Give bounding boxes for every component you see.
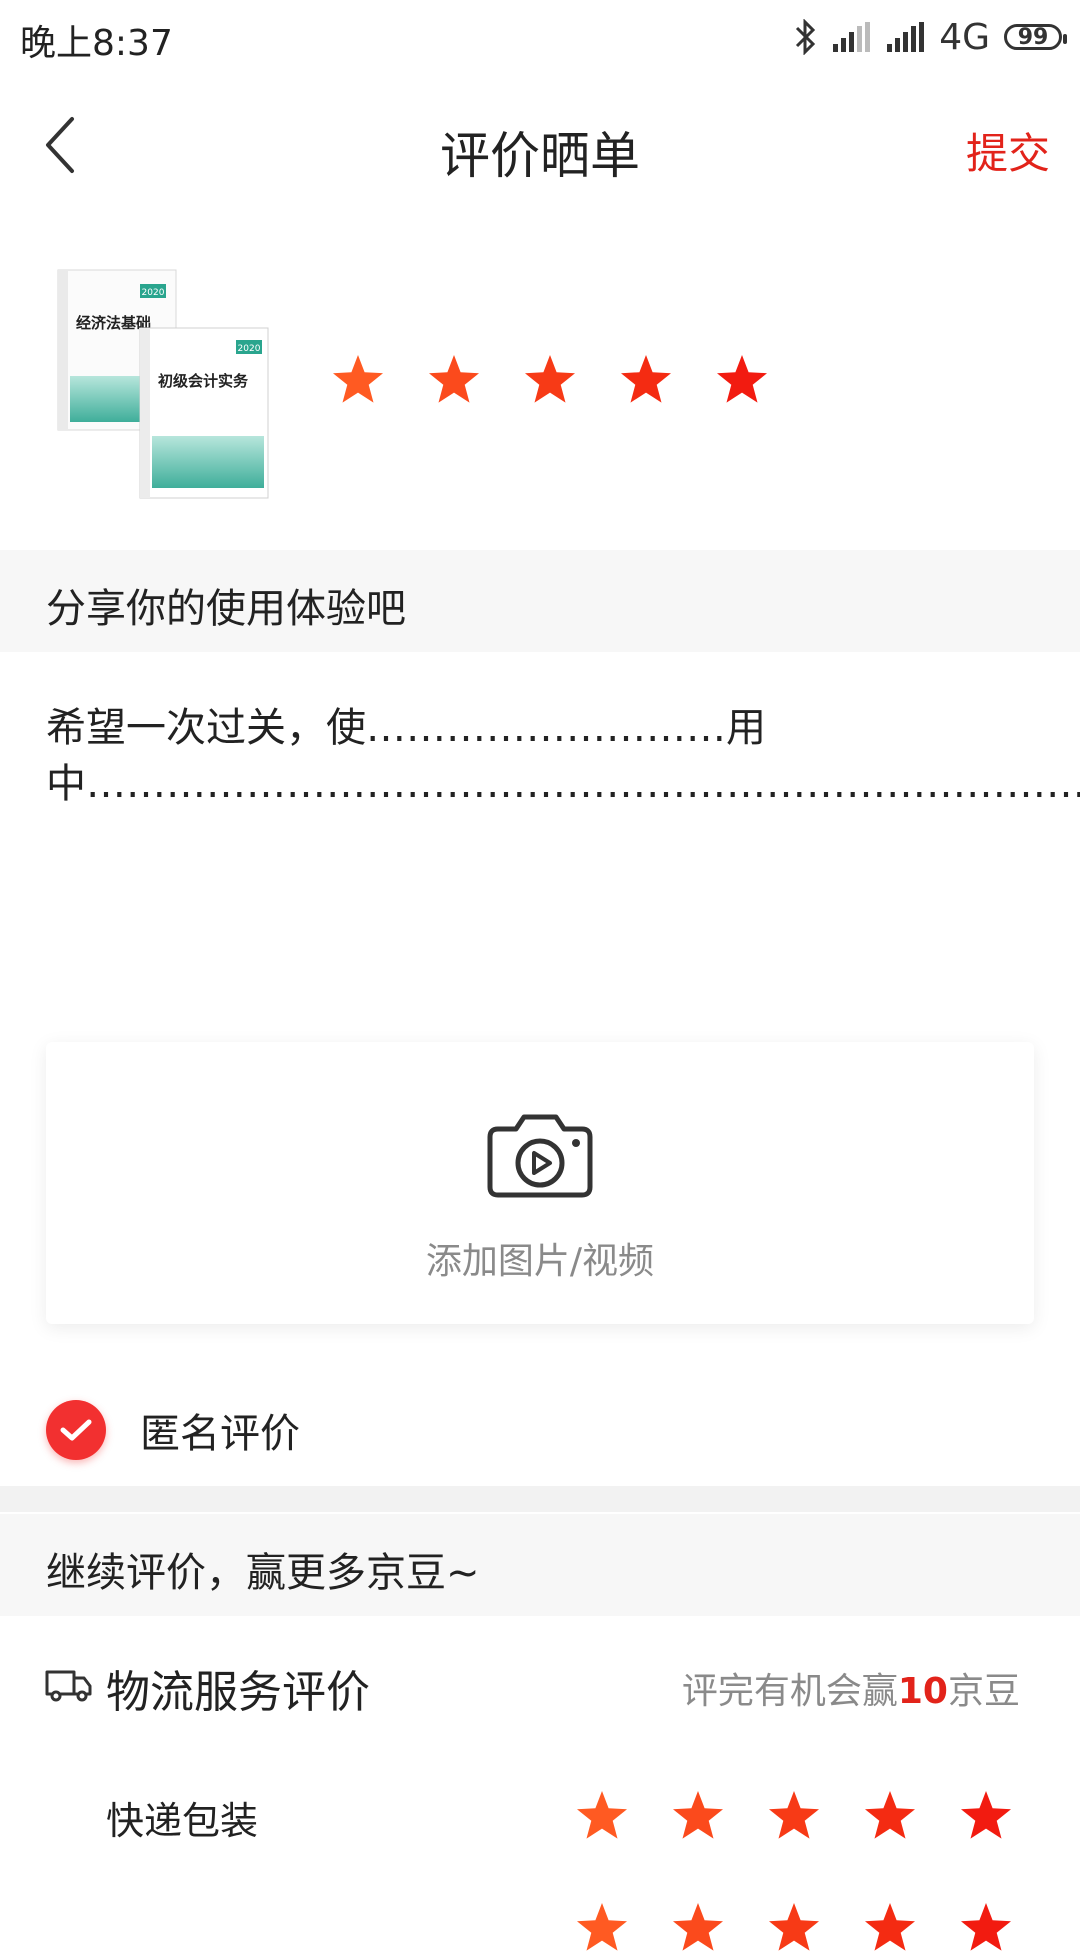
share-section-header: 分享你的使用体验吧	[0, 550, 1080, 652]
share-section-title: 分享你的使用体验吧	[46, 586, 406, 632]
product-image: 2020 经济法基础 2020 初级会计实务	[56, 266, 270, 500]
chevron-left-icon	[46, 117, 74, 173]
rating-star-icon[interactable]	[522, 352, 578, 408]
status-bar: 晚上8:37 4G 99	[0, 0, 1080, 72]
svg-text:2020: 2020	[238, 344, 261, 354]
hint-number: 10	[897, 1671, 948, 1712]
status-time: 晚上8:37	[20, 23, 173, 64]
camera-icon	[487, 1114, 593, 1198]
svg-text:2020: 2020	[142, 288, 165, 298]
battery-icon: 99	[1004, 24, 1067, 50]
bluetooth-icon	[796, 19, 816, 55]
rating-star-icon[interactable]	[574, 1788, 630, 1844]
section-divider	[0, 1486, 1080, 1512]
anonymous-label: 匿名评价	[140, 1411, 300, 1457]
rating-star-icon[interactable]	[714, 352, 770, 408]
signal-icon	[833, 22, 871, 52]
hint-suffix: 京豆	[947, 1671, 1020, 1712]
page-title: 评价晒单	[440, 127, 640, 185]
truck-icon	[45, 1670, 92, 1702]
logistics-header: 物流服务评价 评完有机会赢10京豆	[44, 1650, 1044, 1720]
rating-star-icon[interactable]	[670, 1788, 726, 1844]
rating-star-icon[interactable]	[958, 1900, 1014, 1956]
add-media-button[interactable]: 添加图片/视频	[46, 1042, 1034, 1324]
logistics-item: 快递包装	[0, 1780, 1080, 1850]
rating-star-icon[interactable]	[958, 1788, 1014, 1844]
add-media-label: 添加图片/视频	[425, 1241, 655, 1282]
continue-section-title: 继续评价，赢更多京豆~	[46, 1550, 480, 1596]
rating-star-icon[interactable]	[330, 352, 386, 408]
logistics-item-rating	[574, 1788, 1014, 1844]
status-icons: 4G 99	[795, 14, 1067, 60]
nav-bar: 评价晒单 提交	[0, 90, 1080, 200]
logistics-item-label: 快递包装	[106, 1799, 259, 1843]
rating-star-icon[interactable]	[574, 1900, 630, 1956]
hint-prefix: 评完有机会赢	[681, 1671, 898, 1712]
anonymous-toggle[interactable]: 匿名评价	[46, 1390, 300, 1470]
submit-button[interactable]: 提交	[966, 120, 1050, 181]
product-rating	[330, 352, 770, 408]
review-textarea[interactable]: 希望一次过关，使………………………用中…………………………………………………………	[46, 700, 1080, 812]
rating-star-icon[interactable]	[862, 1900, 918, 1956]
svg-text:初级会计实务: 初级会计实务	[158, 372, 249, 390]
rating-star-icon[interactable]	[426, 352, 482, 408]
network-type: 4G	[939, 16, 990, 58]
next-rating-row-partial	[574, 1900, 1014, 1956]
rating-star-icon[interactable]	[862, 1788, 918, 1844]
logistics-hint: 评完有机会赢10京豆	[682, 1662, 1020, 1714]
continue-section-header: 继续评价，赢更多京豆~	[0, 1514, 1080, 1616]
rating-star-icon[interactable]	[618, 352, 674, 408]
signal-icon-2	[887, 22, 925, 52]
rating-star-icon[interactable]	[670, 1900, 726, 1956]
back-button[interactable]	[30, 112, 90, 178]
battery-level: 99	[1017, 24, 1049, 50]
rating-star-icon[interactable]	[766, 1788, 822, 1844]
checkbox-checked-icon[interactable]	[46, 1400, 106, 1460]
logistics-title: 物流服务评价	[106, 1667, 370, 1718]
rating-star-icon[interactable]	[766, 1900, 822, 1956]
